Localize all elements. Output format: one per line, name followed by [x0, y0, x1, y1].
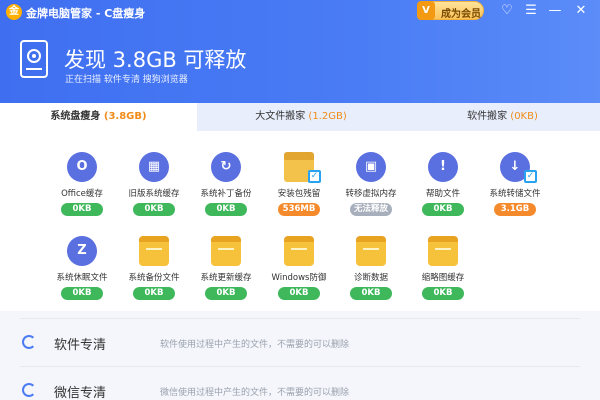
tile-diagnostic-data[interactable]: 诊断数据 0KB — [334, 236, 406, 306]
tile-size-badge: 0KB — [61, 287, 103, 300]
tile-old-system-cache[interactable]: ▦ 旧版系统缓存 0KB — [117, 152, 189, 222]
sleep-icon: Z — [67, 236, 97, 266]
folder-icon — [284, 236, 314, 266]
folder-icon — [356, 236, 386, 266]
section-description: 微信使用过程中产生的文件，不需要的可以删除 — [160, 388, 350, 398]
tile-help-files[interactable]: ! 帮助文件 0KB — [406, 152, 478, 222]
tile-thumbnail-cache[interactable]: 缩略图缓存 0KB — [406, 236, 478, 306]
divider — [20, 318, 580, 319]
tile-patch-backup[interactable]: ↻ 系统补丁备份 0KB — [189, 152, 261, 222]
tab-label: 大文件搬家 — [255, 111, 306, 122]
alert-icon: ! — [428, 152, 458, 182]
wechat-clean-row[interactable]: 微信专清 微信使用过程中产生的文件，不需要的可以删除 — [0, 366, 600, 400]
tile-size-badge: 0KB — [133, 287, 175, 300]
calendar-icon: ▦ — [139, 152, 169, 182]
memory-chip-icon: ▣ — [356, 152, 386, 182]
tile-label: 缩略图缓存 — [421, 273, 465, 283]
tile-size-badge: 0KB — [61, 203, 103, 216]
tile-system-dump-files[interactable]: ↓ ✓ 系统转储文件 3.1GB — [478, 152, 550, 222]
releasable-headline: 发现 3.8GB 可释放 — [64, 48, 247, 72]
tile-office-cache[interactable]: O Office缓存 0KB — [45, 152, 117, 222]
app-logo-icon: 金 — [6, 4, 22, 20]
tab-size: (3.8GB) — [103, 111, 147, 122]
become-member-label: 成为会员 — [441, 9, 481, 20]
close-icon[interactable]: ✕ — [573, 3, 589, 19]
app-title: 金牌电脑管家 - C盘瘦身 — [26, 7, 146, 20]
tab-label: 系统盘瘦身 — [50, 111, 101, 122]
scan-status-text: 正在扫描 软件专清 搜狗浏览器 — [65, 75, 188, 85]
tile-size-badge: 0KB — [422, 203, 464, 216]
section-title: 软件专清 — [54, 338, 107, 353]
loading-spinner-icon — [22, 335, 36, 349]
tab-size: (0KB) — [510, 111, 538, 122]
folder-icon — [139, 236, 169, 266]
tab-size: (1.2GB) — [308, 111, 347, 122]
section-description: 软件使用过程中产生的文件，不需要的可以删除 — [160, 340, 350, 350]
tab-software-move[interactable]: 软件搬家 (0KB) — [405, 103, 600, 131]
tile-installer-leftovers[interactable]: ✓ 安装包残留 536MB — [262, 152, 334, 222]
tile-size-badge: 无法释放 — [350, 203, 392, 216]
title-bar[interactable]: 金 金牌电脑管家 - C盘瘦身 V 成为会员 ♡ ☰ — ✕ — [0, 0, 600, 24]
tile-label: 系统转储文件 — [489, 189, 541, 199]
checked-checkbox-icon[interactable]: ✓ — [308, 170, 321, 183]
menu-icon[interactable]: ☰ — [523, 3, 539, 19]
checked-checkbox-icon[interactable]: ✓ — [524, 170, 537, 183]
tile-windows-defender[interactable]: Windows防御 0KB — [262, 236, 334, 306]
hard-disk-icon — [20, 40, 48, 78]
become-member-button[interactable]: V 成为会员 — [417, 1, 484, 20]
tile-system-backup-files[interactable]: 系统备份文件 0KB — [117, 236, 189, 306]
cleanup-category-grid: O Office缓存 0KB ▦ 旧版系统缓存 0KB ↻ 系统补丁备份 0KB… — [0, 131, 600, 311]
tile-move-virtual-memory[interactable]: ▣ 转移虚拟内存 无法释放 — [334, 152, 406, 222]
section-title: 微信专清 — [54, 386, 107, 400]
divider — [20, 366, 580, 367]
tile-size-badge: 0KB — [205, 287, 247, 300]
folder-icon — [428, 236, 458, 266]
tab-large-file-move[interactable]: 大文件搬家 (1.2GB) — [197, 103, 405, 131]
tile-hibernate-files[interactable]: Z 系统休眠文件 0KB — [45, 236, 117, 306]
software-clean-row[interactable]: 软件专清 软件使用过程中产生的文件，不需要的可以删除 — [0, 318, 600, 366]
office-icon: O — [67, 152, 97, 182]
favorite-icon[interactable]: ♡ — [499, 3, 515, 19]
refresh-icon: ↻ — [211, 152, 241, 182]
vip-icon: V — [417, 1, 435, 20]
tile-size-badge: 0KB — [278, 287, 320, 300]
tile-size-badge: 0KB — [133, 203, 175, 216]
folder-icon — [211, 236, 241, 266]
wechat-icon — [22, 383, 36, 397]
tile-size-badge: 3.1GB — [494, 203, 536, 216]
tab-bar: 系统盘瘦身 (3.8GB) 大文件搬家 (1.2GB) 软件搬家 (0KB) — [0, 103, 600, 131]
tab-label: 软件搬家 — [467, 111, 508, 122]
tile-size-badge: 0KB — [422, 287, 464, 300]
tile-size-badge: 0KB — [205, 203, 247, 216]
tile-system-update-cache[interactable]: 系统更新缓存 0KB — [189, 236, 261, 306]
tile-size-badge: 536MB — [278, 203, 320, 216]
header-banner: 金 金牌电脑管家 - C盘瘦身 V 成为会员 ♡ ☰ — ✕ 发现 3.8GB … — [0, 0, 600, 103]
tile-size-badge: 0KB — [350, 287, 392, 300]
minimize-icon[interactable]: — — [547, 3, 563, 19]
tab-system-disk-slim[interactable]: 系统盘瘦身 (3.8GB) — [0, 103, 197, 131]
